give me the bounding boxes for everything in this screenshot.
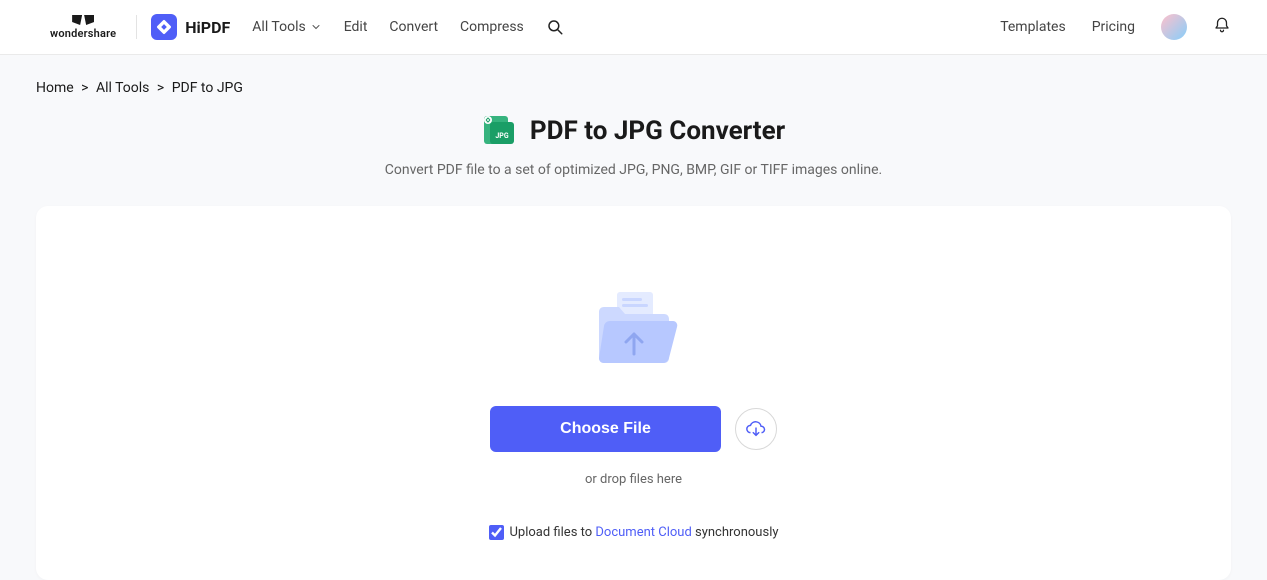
nav-edit[interactable]: Edit: [344, 19, 368, 35]
hipdf-logo-text: HiPDF: [185, 18, 230, 37]
search-button[interactable]: [546, 18, 564, 36]
nav-convert[interactable]: Convert: [389, 19, 438, 35]
sync-checkbox[interactable]: [489, 525, 504, 540]
primary-nav: All Tools Edit Convert Compress: [252, 18, 564, 36]
cloud-download-icon: [745, 418, 767, 440]
wondershare-logo[interactable]: wondershare: [50, 15, 137, 39]
wondershare-logo-icon: [72, 15, 94, 25]
breadcrumb-all-tools[interactable]: All Tools: [96, 80, 149, 96]
avatar[interactable]: [1161, 14, 1187, 40]
sync-row: Upload files to Document Cloud synchrono…: [56, 525, 1211, 540]
hipdf-logo-icon: [151, 14, 177, 40]
page-header: JPG PDF to JPG Converter Convert PDF fil…: [0, 114, 1267, 178]
chevron-down-icon: [310, 21, 322, 33]
nav-pricing[interactable]: Pricing: [1092, 19, 1135, 35]
choose-file-button[interactable]: Choose File: [490, 406, 721, 452]
document-cloud-link[interactable]: Document Cloud: [595, 525, 691, 540]
upload-illustration: [589, 286, 679, 376]
breadcrumb-current: PDF to JPG: [172, 80, 243, 96]
search-icon: [546, 18, 564, 36]
breadcrumb-separator: >: [157, 80, 164, 96]
upload-actions: Choose File: [56, 406, 1211, 452]
sync-text-suffix: synchronously: [692, 525, 779, 540]
sync-text-prefix: Upload files to: [510, 525, 596, 540]
breadcrumb-separator: >: [81, 80, 88, 96]
breadcrumb-home[interactable]: Home: [36, 80, 74, 96]
svg-text:JPG: JPG: [495, 132, 508, 140]
page-title: PDF to JPG Converter: [530, 116, 785, 146]
wondershare-logo-text: wondershare: [50, 28, 116, 39]
nav-templates[interactable]: Templates: [1000, 19, 1066, 35]
main-header: wondershare HiPDF All Tools Edit Convert…: [0, 0, 1267, 55]
upload-card: Choose File or drop files here Upload fi…: [36, 206, 1231, 580]
pdf-to-jpg-icon: JPG: [482, 114, 516, 148]
bell-icon: [1213, 16, 1231, 34]
cloud-upload-button[interactable]: [735, 408, 777, 450]
drop-hint: or drop files here: [56, 472, 1211, 487]
header-right: Templates Pricing: [1000, 14, 1231, 40]
page-title-row: JPG PDF to JPG Converter: [0, 114, 1267, 148]
nav-all-tools[interactable]: All Tools: [252, 19, 321, 35]
page-subtitle: Convert PDF file to a set of optimized J…: [0, 162, 1267, 178]
notifications-button[interactable]: [1213, 16, 1231, 38]
nav-compress[interactable]: Compress: [460, 19, 524, 35]
hipdf-logo[interactable]: HiPDF: [151, 14, 230, 40]
nav-all-tools-label: All Tools: [252, 19, 305, 35]
breadcrumb: Home > All Tools > PDF to JPG: [0, 55, 1267, 114]
